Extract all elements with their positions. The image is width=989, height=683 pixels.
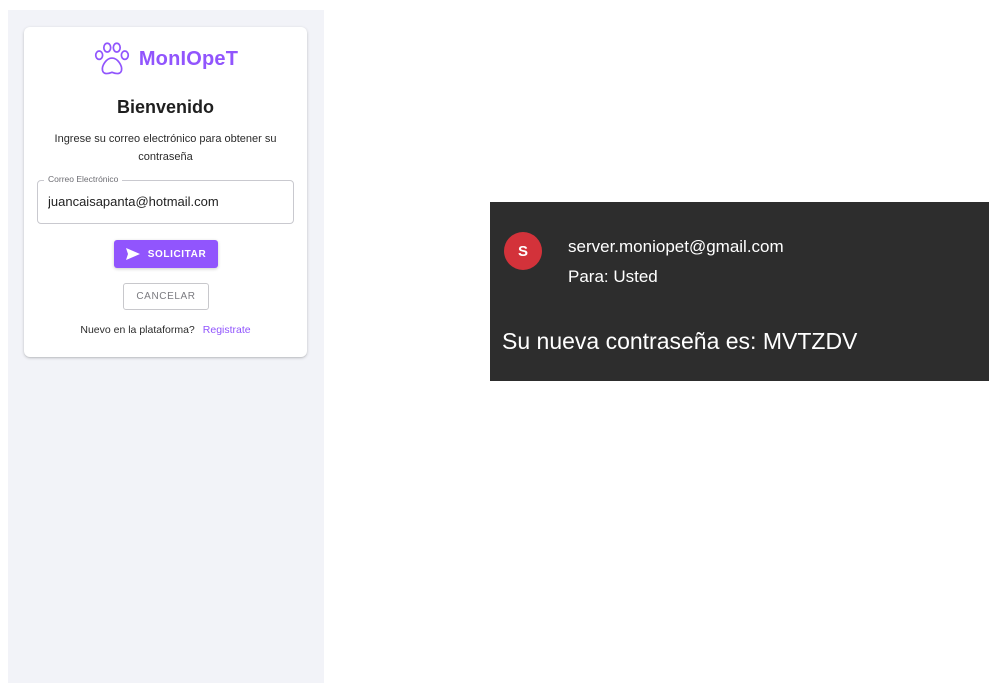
- email-input[interactable]: [48, 194, 283, 209]
- register-link[interactable]: Registrate: [203, 324, 251, 336]
- register-prompt: Nuevo en la plataforma? Registrate: [24, 324, 307, 336]
- register-prompt-text: Nuevo en la plataforma?: [80, 324, 195, 336]
- cancel-button-label: CANCELAR: [136, 291, 196, 302]
- paw-icon: [94, 42, 129, 75]
- page-subtitle: Ingrese su correo electrónico para obten…: [54, 133, 277, 163]
- brand-name: MonIOpeT: [138, 47, 239, 70]
- email-body: Su nueva contraseña es: MVTZDV: [502, 328, 858, 354]
- cancel-button[interactable]: CANCELAR: [123, 283, 209, 310]
- request-button-label: SOLICITAR: [147, 248, 207, 260]
- password-recovery-card: MonIOpeT Bienvenido Ingrese su correo el…: [24, 27, 307, 357]
- page-title: Bienvenido: [116, 97, 214, 117]
- email-preview: S server.moniopet@gmail.com Para: Usted …: [490, 202, 989, 381]
- request-button[interactable]: SOLICITAR: [114, 240, 218, 268]
- email-field[interactable]: Correo Electrónico: [37, 174, 294, 224]
- brand-header: MonIOpeT: [24, 40, 307, 78]
- email-field-label: Correo Electrónico: [44, 174, 123, 184]
- avatar: S: [504, 232, 542, 270]
- send-icon: [125, 248, 140, 260]
- email-recipient: Para: Usted: [568, 267, 658, 286]
- email-sender: server.moniopet@gmail.com: [568, 237, 784, 256]
